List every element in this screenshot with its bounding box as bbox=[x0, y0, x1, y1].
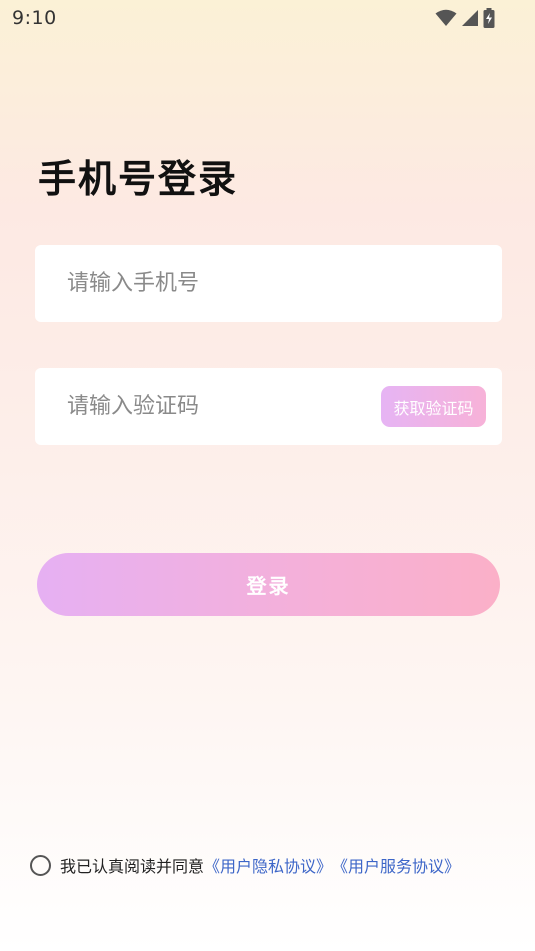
verification-code-input[interactable] bbox=[67, 368, 387, 445]
agreement-checkbox[interactable] bbox=[30, 854, 51, 876]
battery-charging-icon bbox=[483, 8, 495, 28]
status-time: 9:10 bbox=[12, 7, 57, 29]
status-icons bbox=[435, 8, 495, 28]
agreement-row: 我已认真阅读并同意 《用户隐私协议》 《用户服务协议》 bbox=[30, 853, 460, 877]
phone-input[interactable] bbox=[67, 245, 387, 322]
wifi-icon bbox=[435, 9, 457, 26]
page-title: 手机号登录 bbox=[38, 157, 239, 201]
status-bar: 9:10 bbox=[0, 0, 535, 36]
privacy-policy-link[interactable]: 《用户隐私协议》 bbox=[204, 853, 332, 877]
phone-field bbox=[35, 245, 502, 322]
login-button[interactable]: 登录 bbox=[37, 553, 500, 616]
get-code-button[interactable]: 获取验证码 bbox=[381, 386, 486, 427]
service-agreement-link[interactable]: 《用户服务协议》 bbox=[332, 853, 460, 877]
signal-icon bbox=[462, 10, 478, 26]
code-field: 获取验证码 bbox=[35, 368, 502, 445]
agreement-text: 我已认真阅读并同意 bbox=[60, 857, 205, 876]
